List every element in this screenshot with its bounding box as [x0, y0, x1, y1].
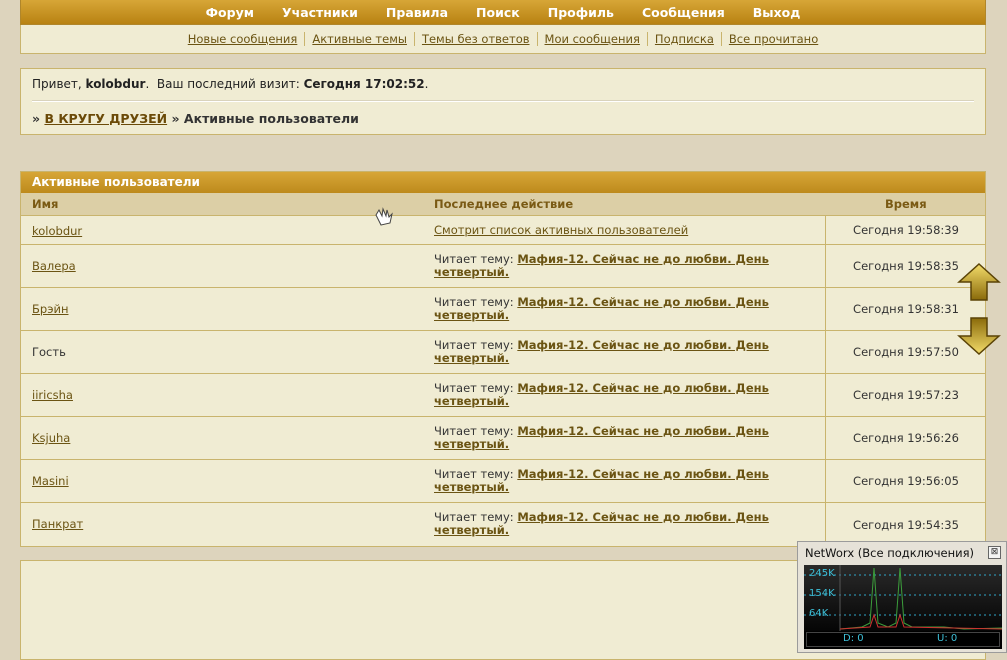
last-action: Читает тему: Мафия-12. Сейчас не до любв…	[434, 511, 794, 537]
welcome-panel: Привет, kolobdur. Ваш последний визит: С…	[20, 68, 986, 135]
table-row: Masini Читает тему: Мафия-12. Сейчас не …	[21, 460, 985, 503]
table-row: iiricsha Читает тему: Мафия-12. Сейчас н…	[21, 374, 985, 417]
last-action: Читает тему: Мафия-12. Сейчас не до любв…	[434, 296, 794, 322]
nav-members[interactable]: Участники	[282, 5, 358, 20]
last-visit-label: Ваш последний визит:	[156, 77, 300, 91]
table-row: Валера Читает тему: Мафия-12. Сейчас не …	[21, 245, 985, 288]
reading-label: Читает тему:	[434, 252, 514, 266]
nav-messages[interactable]: Сообщения	[642, 5, 725, 20]
breadcrumb-current: Активные пользователи	[183, 111, 359, 126]
subnav-subscriptions[interactable]: Подписка	[646, 32, 721, 46]
upload-rate: U: 0	[937, 633, 958, 644]
table-title: Активные пользователи	[21, 172, 985, 193]
nav-rules[interactable]: Правила	[386, 5, 448, 20]
traffic-status: D: 0 U: 0	[806, 632, 1000, 647]
reading-label: Читает тему:	[434, 381, 514, 395]
user-link[interactable]: Masini	[32, 474, 69, 488]
guest-name: Гость	[32, 345, 66, 359]
time-cell: Сегодня 19:56:05	[825, 460, 986, 502]
subnav-my-posts[interactable]: Мои сообщения	[536, 32, 647, 46]
welcome-username: kolobdur	[85, 77, 146, 91]
traffic-curve	[804, 565, 1002, 631]
reading-label: Читает тему:	[434, 338, 514, 352]
user-link[interactable]: Ksjuha	[32, 431, 70, 445]
last-action: Читает тему: Мафия-12. Сейчас не до любв…	[434, 425, 794, 451]
breadcrumb-forum-link[interactable]: В КРУГУ ДРУЗЕЙ	[44, 111, 167, 126]
user-link[interactable]: Панкрат	[32, 517, 83, 531]
main-navigation: Форум Участники Правила Поиск Профиль Со…	[20, 0, 986, 25]
column-header-name: Имя	[32, 197, 59, 211]
action-link[interactable]: Смотрит список активных пользователей	[434, 223, 688, 237]
subnav-unanswered[interactable]: Темы без ответов	[413, 32, 537, 46]
last-action: Читает тему: Мафия-12. Сейчас не до любв…	[434, 253, 794, 279]
subnav-active-topics[interactable]: Активные темы	[304, 32, 414, 46]
last-action: Читает тему: Мафия-12. Сейчас не до любв…	[434, 339, 794, 365]
column-header-action: Последнее действие	[434, 197, 574, 211]
reading-label: Читает тему:	[434, 295, 514, 309]
last-visit-value: Сегодня 17:02:52	[303, 77, 425, 91]
table-row: Гость Читает тему: Мафия-12. Сейчас не д…	[21, 331, 985, 374]
nav-forum[interactable]: Форум	[206, 5, 254, 20]
user-link[interactable]: iiricsha	[32, 388, 73, 402]
last-action: Читает тему: Мафия-12. Сейчас не до любв…	[434, 468, 794, 494]
nav-profile[interactable]: Профиль	[548, 5, 614, 20]
time-cell: Сегодня 19:54:35	[825, 503, 986, 546]
subnav-new-posts[interactable]: Новые сообщения	[181, 32, 305, 46]
networx-title: NetWorx (Все подключения)	[805, 546, 974, 560]
nav-logout[interactable]: Выход	[753, 5, 801, 20]
subnav-mark-all-read[interactable]: Все прочитано	[720, 32, 825, 46]
breadcrumb-separator: »	[32, 111, 41, 126]
table-row: Брэйн Читает тему: Мафия-12. Сейчас не д…	[21, 288, 985, 331]
last-action: Читает тему: Мафия-12. Сейчас не до любв…	[434, 382, 794, 408]
download-rate: D: 0	[843, 633, 864, 644]
reading-label: Читает тему:	[434, 424, 514, 438]
time-cell: Сегодня 19:56:26	[825, 417, 986, 459]
networx-widget: NetWorx (Все подключения) ⊠ 245K 154K 64…	[797, 541, 1007, 653]
user-link[interactable]: Валера	[32, 259, 76, 273]
last-action: Смотрит список активных пользователей	[434, 224, 794, 237]
divider	[32, 100, 974, 102]
reading-label: Читает тему:	[434, 467, 514, 481]
user-link[interactable]: Брэйн	[32, 302, 69, 316]
scroll-up-icon[interactable]	[957, 262, 1001, 302]
user-link[interactable]: kolobdur	[32, 224, 82, 238]
sub-navigation: Новые сообщения Активные темы Темы без о…	[20, 25, 986, 54]
breadcrumb: » В КРУГУ ДРУЗЕЙ » Активные пользователи	[32, 111, 359, 126]
welcome-line: Привет, kolobdur. Ваш последний визит: С…	[32, 77, 429, 91]
reading-label: Читает тему:	[434, 510, 514, 524]
nav-search[interactable]: Поиск	[476, 5, 520, 20]
welcome-hello: Привет,	[32, 77, 82, 91]
close-icon[interactable]: ⊠	[988, 546, 1001, 559]
column-header-time: Время	[885, 197, 927, 211]
traffic-graph: 245K 154K 64K D: 0 U: 0	[804, 565, 1002, 649]
table-row: Панкрат Читает тему: Мафия-12. Сейчас не…	[21, 503, 985, 546]
table-row: kolobdur Смотрит список активных пользов…	[21, 216, 985, 245]
scroll-down-icon[interactable]	[957, 316, 1001, 356]
table-row: Ksjuha Читает тему: Мафия-12. Сейчас не …	[21, 417, 985, 460]
time-cell: Сегодня 19:58:39	[825, 216, 986, 244]
time-cell: Сегодня 19:57:23	[825, 374, 986, 416]
breadcrumb-separator: »	[171, 111, 180, 126]
active-users-table: Активные пользователи Имя Последнее дейс…	[20, 171, 986, 547]
table-header: Имя Последнее действие Время	[21, 193, 985, 216]
hand-cursor-icon	[373, 207, 395, 230]
